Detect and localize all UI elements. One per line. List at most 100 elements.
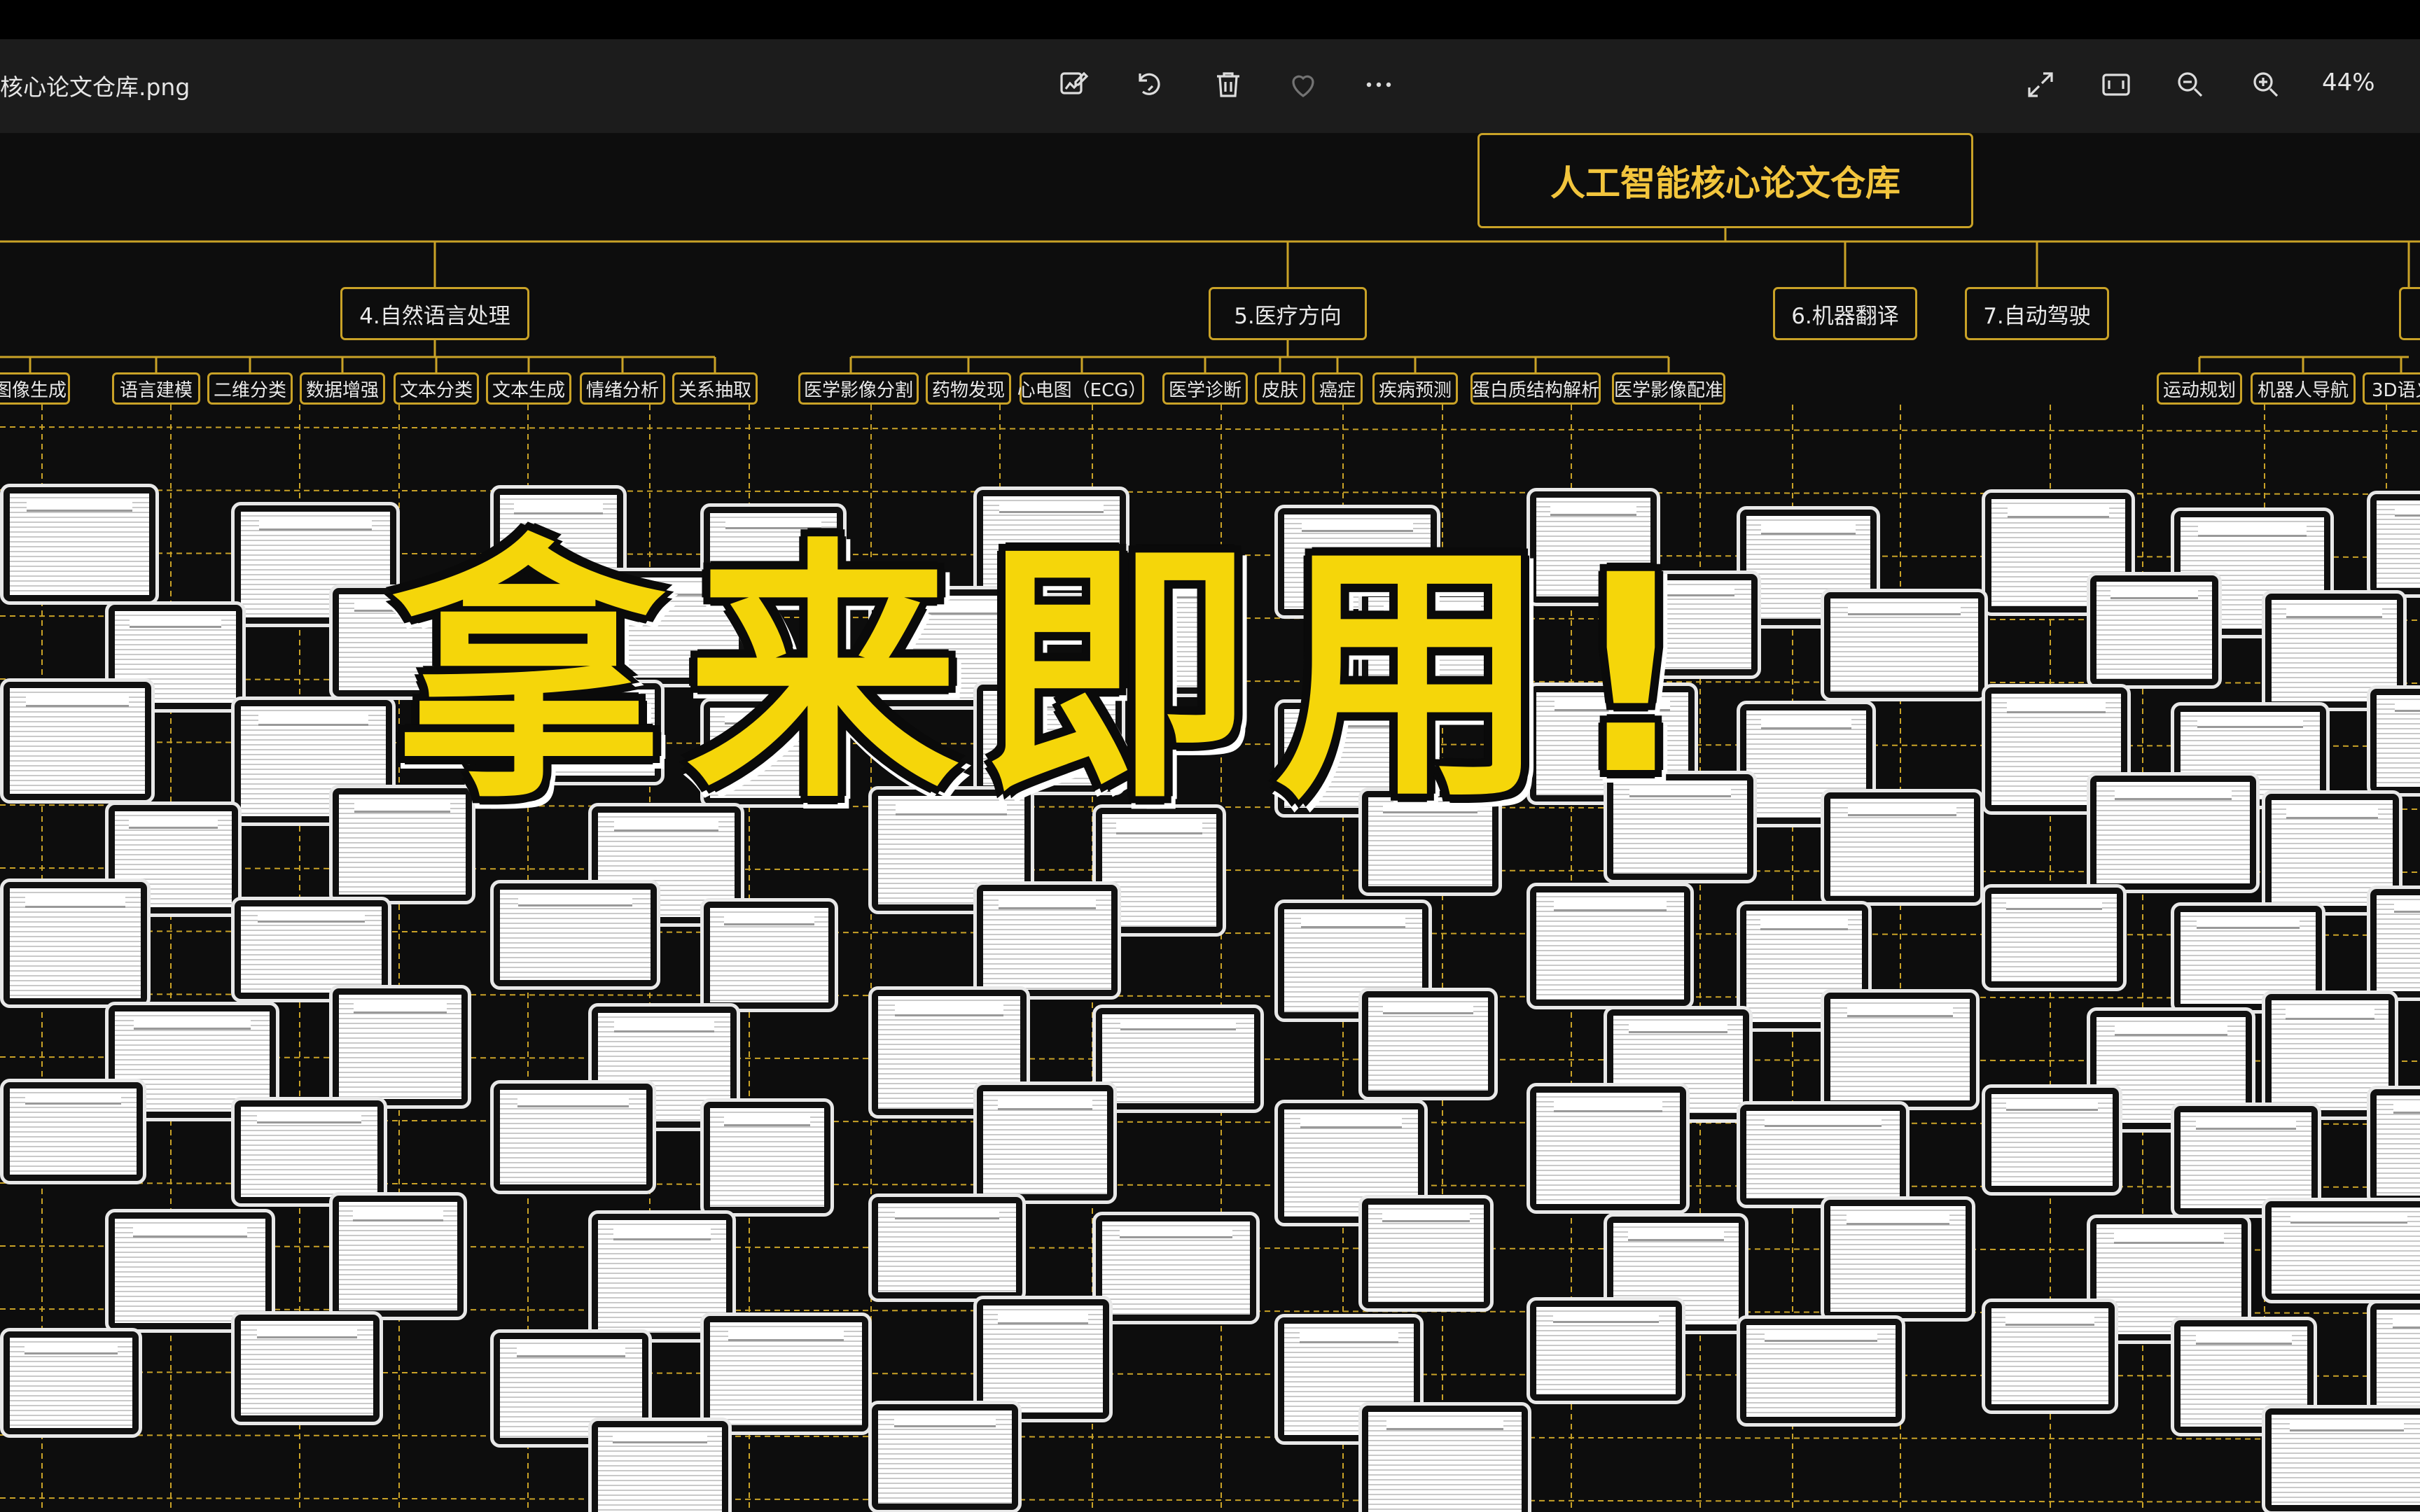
connector-line (0, 1434, 2420, 1440)
paper-page (1991, 894, 2117, 981)
subtopic-protein-structure: 蛋白质结构解析 (1470, 372, 1601, 405)
subtopic-medical-image-segmentation: 医学影像分割 (798, 372, 919, 405)
paper-thumbnail (0, 1328, 142, 1438)
paper-page (1746, 1325, 1896, 1417)
connector-line (0, 1497, 2420, 1503)
paper-page (1102, 1222, 1250, 1315)
paper-page (710, 1322, 862, 1425)
paper-thumbnail (1092, 1212, 1260, 1324)
paper-page (2181, 1112, 2311, 1208)
paper-thumbnail (2367, 1086, 2420, 1205)
subtopic-image-generation: 图像生成 (0, 372, 70, 405)
paper-page (983, 891, 1111, 990)
expand-icon[interactable] (2024, 68, 2057, 102)
paper-page (10, 688, 145, 794)
paper-thumbnail (2262, 1405, 2420, 1512)
paper-page (2377, 895, 2420, 991)
category-partial (2399, 287, 2420, 340)
more-icon[interactable] (1362, 68, 1396, 102)
subtopic-2d-classification: 二维分类 (207, 372, 293, 405)
paper-page (2377, 695, 2420, 787)
paper-thumbnail (700, 898, 838, 1012)
paper-thumbnail (231, 1097, 387, 1207)
paper-thumbnail (1737, 1101, 1910, 1208)
edit-image-icon[interactable] (1057, 68, 1091, 102)
mindmap-root: 人工智能核心论文仓库 (1477, 133, 1973, 228)
paper-page (1368, 997, 1488, 1091)
heart-icon[interactable] (1286, 68, 1320, 102)
subtopic-medical-image-registration: 医学影像配准 (1612, 372, 1725, 405)
paper-page (1368, 1205, 1484, 1302)
rotate-icon[interactable] (1133, 68, 1167, 102)
zoom-in-icon[interactable] (2249, 68, 2283, 102)
paper-thumbnail (973, 881, 1121, 1000)
subtopic-3d-semantics: 3D语义 (2363, 372, 2420, 405)
subtopic-medical-diagnosis: 医学诊断 (1162, 372, 1248, 405)
fit-to-window-icon[interactable] (2099, 68, 2133, 102)
paper-thumbnail (588, 1418, 732, 1512)
paper-page (2096, 582, 2212, 679)
file-name: 核心论文仓库.png (0, 74, 190, 101)
paper-page (241, 1321, 373, 1415)
paper-page (10, 888, 141, 998)
paper-page (10, 493, 149, 595)
connector-line (0, 426, 2420, 432)
paper-thumbnail (1527, 1297, 1685, 1404)
paper-page (1830, 1206, 1966, 1312)
trash-icon[interactable] (1211, 68, 1245, 102)
paper-page (1830, 799, 1974, 896)
subtopic-text-classification: 文本分类 (394, 372, 479, 405)
paper-page (339, 1202, 457, 1310)
paper-page (2272, 1415, 2420, 1505)
zoom-level[interactable]: 44% (2322, 69, 2375, 97)
subtopic-data-augmentation: 数据增强 (300, 372, 385, 405)
paper-thumbnail (700, 1312, 872, 1435)
paper-thumbnail (490, 880, 660, 990)
paper-thumbnail (2262, 1198, 2420, 1303)
paper-thumbnail (1821, 789, 1984, 906)
category-medical: 5.医疗方向 (1209, 287, 1367, 340)
paper-page (983, 1306, 1103, 1413)
subtopic-relation-extraction: 关系抽取 (672, 372, 758, 405)
paper-thumbnail (868, 1401, 1022, 1512)
paper-page (983, 1091, 1107, 1194)
paper-thumbnail (2367, 685, 2420, 797)
paper-page (1991, 1308, 2108, 1404)
subtopic-drug-discovery: 药物发现 (926, 372, 1011, 405)
paper-thumbnail (1821, 989, 1980, 1110)
subtopic-sentiment-analysis: 情绪分析 (580, 372, 665, 405)
paper-thumbnail (0, 484, 159, 605)
subtopic-robot-navigation: 机器人导航 (2251, 372, 2356, 405)
window-top-bar (0, 0, 2420, 39)
paper-page (1536, 1093, 1680, 1204)
subtopic-skin: 皮肤 (1255, 372, 1305, 405)
paper-page (710, 1108, 824, 1207)
paper-thumbnail (1358, 1402, 1531, 1512)
paper-page (2096, 782, 2250, 883)
subtopic-motion-planning: 运动规划 (2157, 372, 2242, 405)
paper-thumbnail (231, 1311, 383, 1425)
paper-page (2272, 1208, 2420, 1294)
paper-thumbnail (0, 1079, 146, 1184)
paper-page (2377, 1310, 2420, 1414)
paper-thumbnail (1982, 1084, 2122, 1196)
paper-page (598, 1427, 722, 1512)
paper-thumbnail (1527, 1083, 1690, 1214)
paper-page (1830, 598, 1978, 692)
paper-page (1536, 892, 1684, 1000)
paper-thumbnail (1821, 589, 1988, 701)
paper-thumbnail (0, 678, 155, 804)
paper-thumbnail (2367, 886, 2420, 1001)
paper-thumbnail (1527, 883, 1694, 1009)
zoom-out-icon[interactable] (2174, 68, 2207, 102)
paper-thumbnail (0, 878, 151, 1008)
paper-thumbnail (329, 1192, 467, 1320)
paper-page (1991, 1094, 2113, 1186)
paper-thumbnail (1821, 1196, 1975, 1322)
paper-thumbnail (1982, 1298, 2118, 1414)
paper-thumbnail (2087, 772, 2260, 893)
paper-page (1536, 1307, 1676, 1394)
subtopic-disease-prediction: 疾病预测 (1372, 372, 1458, 405)
paper-thumbnail (1358, 988, 1498, 1100)
paper-thumbnail (1092, 1004, 1264, 1113)
